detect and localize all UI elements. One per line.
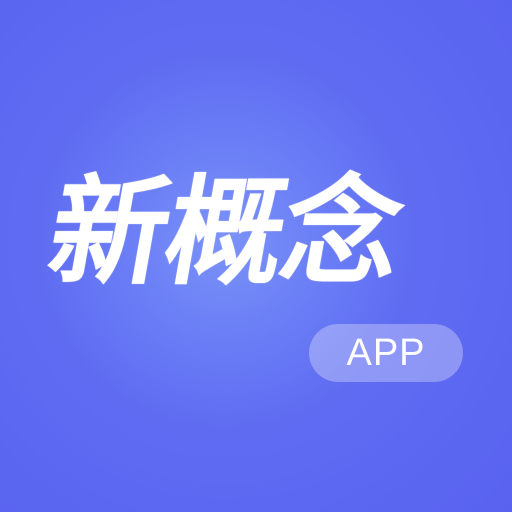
app-badge-label: APP [346,332,426,374]
brand-title: 新概念 [39,163,412,301]
app-badge: APP [309,324,463,382]
